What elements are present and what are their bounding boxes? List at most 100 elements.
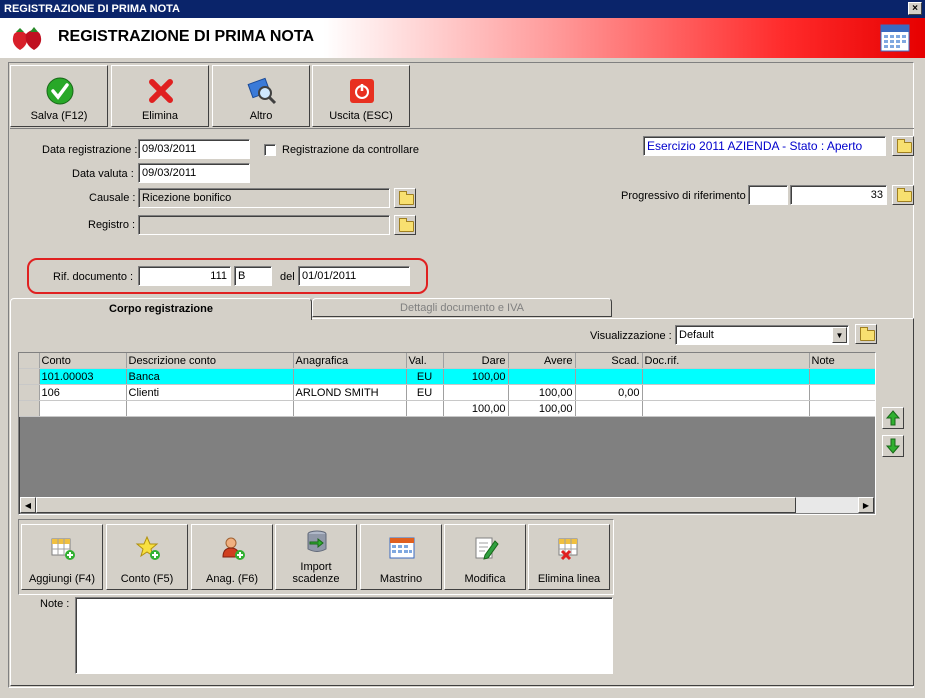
table-cell[interactable]: EU: [406, 368, 444, 385]
close-button[interactable]: ×: [908, 2, 922, 15]
scroll-right-icon[interactable]: ▶: [858, 497, 874, 513]
progressivo-field[interactable]: 33: [790, 185, 887, 205]
visualizzazione-select[interactable]: Default: [675, 325, 849, 345]
horizontal-scrollbar[interactable]: ◀ ▶: [20, 497, 874, 513]
modifica-button[interactable]: Modifica: [444, 524, 526, 590]
data-registrazione-label: Data registrazione :: [42, 144, 138, 156]
causale-label: Causale :: [89, 192, 136, 204]
registration-grid[interactable]: Conto Descrizione conto Anagrafica Val. …: [18, 352, 876, 515]
table-cell[interactable]: 101.00003: [39, 368, 127, 385]
progressivo-lookup-button[interactable]: [892, 185, 914, 205]
elimina-linea-button[interactable]: Elimina linea: [528, 524, 610, 590]
col-header[interactable]: Doc.rif.: [642, 353, 810, 369]
visualizzazione-lookup-button[interactable]: [855, 324, 877, 344]
data-valuta-field[interactable]: 09/03/2011: [138, 163, 250, 183]
toolbar-divider: [10, 128, 914, 129]
table-cell[interactable]: 100,00: [508, 400, 576, 417]
registro-lookup-button[interactable]: [394, 215, 416, 235]
table-cell[interactable]: 100,00: [443, 400, 509, 417]
aggiungi-button[interactable]: Aggiungi (F4): [21, 524, 103, 590]
rif-data-field[interactable]: 01/01/2011: [298, 266, 410, 286]
move-down-button[interactable]: [882, 435, 904, 457]
table-cell[interactable]: 106: [39, 384, 127, 401]
table-cell[interactable]: Banca: [126, 368, 294, 385]
chevron-down-icon[interactable]: ▼: [832, 327, 847, 343]
esercizio-lookup-button[interactable]: [892, 136, 914, 156]
visualizzazione-value: Default: [679, 329, 714, 341]
table-row[interactable]: 101.00003 Banca EU 100,00: [19, 368, 875, 385]
table-cell[interactable]: 100,00: [443, 368, 509, 385]
other-button[interactable]: Altro: [212, 65, 310, 127]
mastrino-label: Mastrino: [379, 573, 423, 585]
causale-lookup-button[interactable]: [394, 188, 416, 208]
col-header[interactable]: Dare: [443, 353, 509, 369]
data-valuta-label: Data valuta :: [72, 168, 134, 180]
folder-icon: [897, 139, 912, 153]
table-cell[interactable]: [575, 400, 643, 417]
aggiungi-label: Aggiungi (F4): [28, 573, 96, 585]
tab-corpo-registrazione[interactable]: Corpo registrazione: [10, 298, 312, 320]
note-textarea[interactable]: [75, 597, 613, 674]
mastrino-button[interactable]: Mastrino: [360, 524, 442, 590]
conto-button[interactable]: Conto (F5): [106, 524, 188, 590]
table-cell[interactable]: ARLOND SMITH: [293, 384, 407, 401]
rif-numero-field[interactable]: 111: [138, 266, 231, 286]
col-header[interactable]: Avere: [508, 353, 576, 369]
col-header[interactable]: Anagrafica: [293, 353, 407, 369]
anag-button[interactable]: Anag. (F6): [191, 524, 273, 590]
table-cell[interactable]: [809, 368, 875, 385]
row-selector[interactable]: [19, 368, 40, 385]
table-cell[interactable]: [642, 384, 810, 401]
star-add-icon: [135, 535, 160, 560]
tab-dettagli-documento[interactable]: Dettagli documento e IVA: [312, 298, 612, 317]
scroll-left-icon[interactable]: ◀: [20, 497, 36, 513]
table-cell[interactable]: [406, 400, 444, 417]
table-row[interactable]: 106 Clienti ARLOND SMITH EU 100,00 0,00: [19, 384, 875, 401]
edit-pencil-icon: [475, 537, 499, 560]
import-scadenze-button[interactable]: Import scadenze: [275, 524, 357, 590]
exit-button[interactable]: Uscita (ESC): [312, 65, 410, 127]
modifica-label: Modifica: [464, 573, 506, 585]
scroll-thumb[interactable]: [36, 497, 796, 513]
causale-field[interactable]: Ricezione bonifico: [138, 188, 390, 208]
data-registrazione-field[interactable]: 09/03/2011: [138, 139, 250, 159]
delete-button[interactable]: Elimina: [111, 65, 209, 127]
conto-label: Conto (F5): [120, 573, 174, 585]
table-cell[interactable]: [443, 384, 509, 401]
col-header[interactable]: Scad.: [575, 353, 643, 369]
table-cell[interactable]: [642, 400, 810, 417]
move-up-button[interactable]: [882, 407, 904, 429]
note-label: Note :: [40, 598, 70, 610]
table-cell[interactable]: [642, 368, 810, 385]
table-cell[interactable]: 0,00: [575, 384, 643, 401]
window-title: REGISTRAZIONE DI PRIMA NOTA: [4, 3, 180, 15]
delete-row-icon: [558, 538, 578, 561]
strawberry-icon: [12, 27, 42, 50]
row-selector[interactable]: [19, 400, 40, 417]
save-button[interactable]: Salva (F12): [10, 65, 108, 127]
table-cell[interactable]: [39, 400, 127, 417]
table-cell[interactable]: [508, 368, 576, 385]
col-header[interactable]: Note: [809, 353, 875, 369]
table-cell[interactable]: [809, 400, 875, 417]
table-cell[interactable]: Clienti: [126, 384, 294, 401]
table-row[interactable]: 100,00 100,00: [19, 400, 875, 417]
table-cell[interactable]: [809, 384, 875, 401]
table-cell[interactable]: [575, 368, 643, 385]
power-icon: [350, 79, 374, 103]
da-controllare-checkbox[interactable]: [264, 144, 276, 156]
table-cell[interactable]: EU: [406, 384, 444, 401]
table-cell[interactable]: [126, 400, 294, 417]
rif-serie-field[interactable]: B: [234, 266, 272, 286]
table-cell[interactable]: [293, 400, 407, 417]
registro-field[interactable]: [138, 215, 390, 235]
progressivo-prefix-field[interactable]: [748, 185, 788, 205]
row-selector[interactable]: [19, 384, 40, 401]
col-header[interactable]: Descrizione conto: [126, 353, 294, 369]
col-header[interactable]: Conto: [39, 353, 127, 369]
table-cell[interactable]: 100,00: [508, 384, 576, 401]
col-header[interactable]: Val.: [406, 353, 444, 369]
table-cell[interactable]: [293, 368, 407, 385]
delete-x-icon: [149, 79, 173, 103]
grid-corner: [19, 353, 40, 369]
